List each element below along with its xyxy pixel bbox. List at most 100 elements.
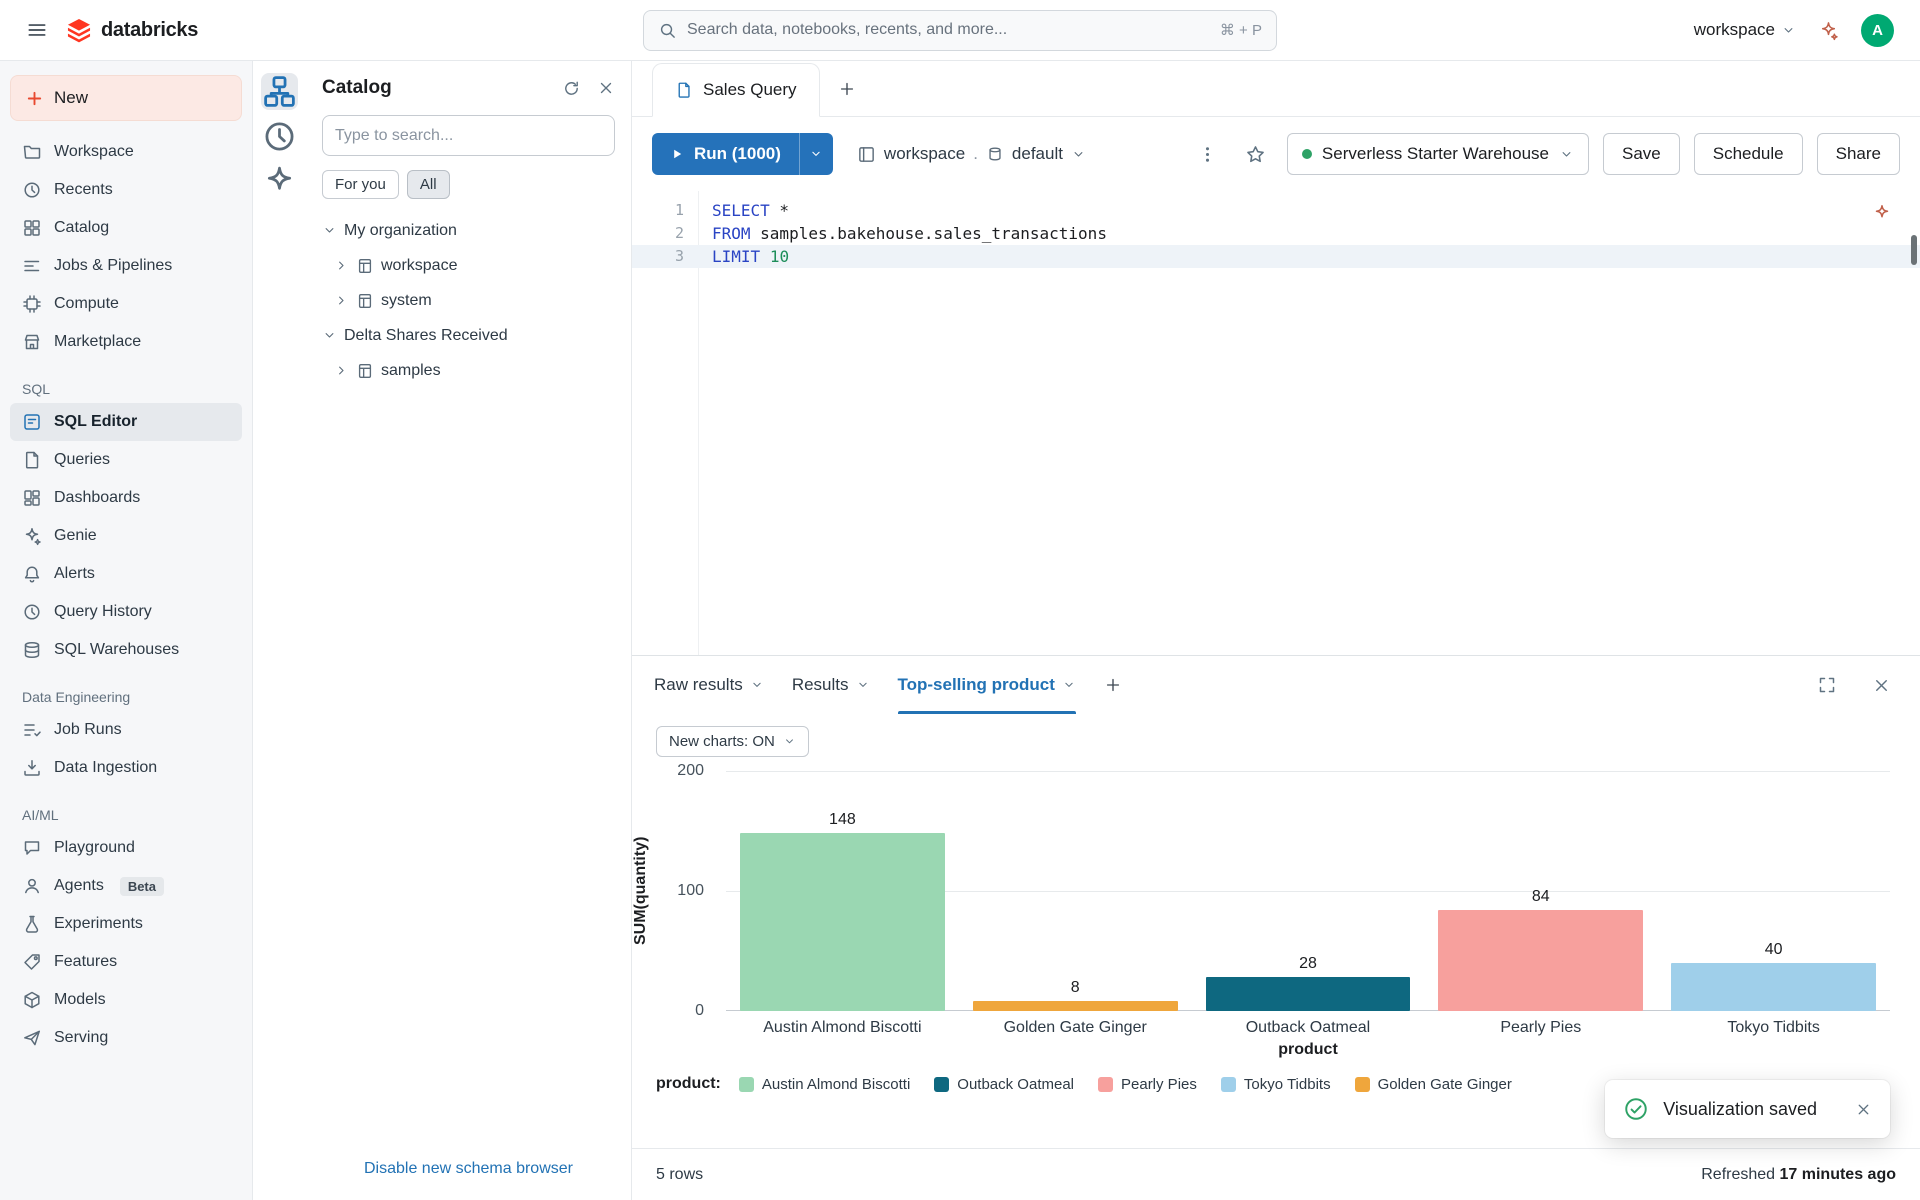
y-axis-title: SUM(quantity) xyxy=(632,771,652,1011)
sidebar-item-models[interactable]: Models xyxy=(10,981,242,1019)
close-icon[interactable] xyxy=(1855,1101,1872,1118)
sparkle-icon xyxy=(1818,20,1839,41)
catalog-selector[interactable]: workspace xyxy=(884,144,965,164)
results-tab-results[interactable]: Results xyxy=(792,656,870,714)
fullscreen-button[interactable] xyxy=(1810,668,1844,702)
results-panel-controls xyxy=(1810,668,1898,702)
add-tab-button[interactable] xyxy=(826,62,868,116)
run-button[interactable]: Run (1000) xyxy=(652,133,799,175)
editor-tab-bar: Sales Query xyxy=(632,61,1920,117)
favorite-button[interactable] xyxy=(1239,137,1273,171)
sidebar-item-compute[interactable]: Compute xyxy=(10,285,242,323)
tab-sales-query[interactable]: Sales Query xyxy=(652,63,820,117)
chip-all[interactable]: All xyxy=(407,170,450,199)
toast-message: Visualization saved xyxy=(1663,1099,1817,1120)
sidebar-item-recents[interactable]: Recents xyxy=(10,171,242,209)
save-button[interactable]: Save xyxy=(1603,133,1680,175)
workspace-switcher[interactable]: workspace xyxy=(1694,20,1796,40)
chart-bar[interactable] xyxy=(1671,963,1876,1011)
plus-icon xyxy=(838,80,856,98)
sidebar-item-alerts[interactable]: Alerts xyxy=(10,555,242,593)
code-line-2[interactable]: 2 FROM samples.bakehouse.sales_transacti… xyxy=(632,222,1920,245)
chip-for-you[interactable]: For you xyxy=(322,170,399,199)
close-schema-browser-button[interactable] xyxy=(597,79,615,97)
editor-scrollbar-thumb[interactable] xyxy=(1911,235,1917,265)
sidebar-item-experiments[interactable]: Experiments xyxy=(10,905,242,943)
editor-assistant-button[interactable] xyxy=(1872,203,1892,223)
tree-item-system[interactable]: system xyxy=(316,283,621,318)
tree-section-delta-shares[interactable]: Delta Shares Received xyxy=(316,318,621,353)
more-options-button[interactable] xyxy=(1191,137,1225,171)
run-button-label: Run (1000) xyxy=(694,144,781,164)
sql-text xyxy=(760,247,770,266)
database-icon xyxy=(22,640,42,660)
sidebar-item-workspace[interactable]: Workspace xyxy=(10,133,242,171)
schema-browser-tab-button[interactable] xyxy=(261,73,298,110)
global-search-input[interactable] xyxy=(687,21,1210,39)
avatar[interactable]: A xyxy=(1861,14,1894,47)
sql-code-editor[interactable]: 1 SELECT * 2 FROM samples.bakehouse.sale… xyxy=(632,191,1920,655)
sidebar-item-sql-warehouses[interactable]: SQL Warehouses xyxy=(10,631,242,669)
sidebar-item-label: Compute xyxy=(54,295,119,313)
disable-schema-browser-link[interactable]: Disable new schema browser xyxy=(306,1138,631,1200)
code-text: FROM samples.bakehouse.sales_transaction… xyxy=(696,222,1107,245)
sidebar-item-data-ingestion[interactable]: Data Ingestion xyxy=(10,749,242,787)
new-charts-toggle[interactable]: New charts: ON xyxy=(656,726,809,757)
tree-item-workspace[interactable]: workspace xyxy=(316,248,621,283)
sidebar-item-sql-editor[interactable]: SQL Editor xyxy=(10,403,242,441)
tree-item-samples[interactable]: samples xyxy=(316,353,621,388)
folder-icon xyxy=(22,142,42,162)
sidebar-item-jobs-pipelines[interactable]: Jobs & Pipelines xyxy=(10,247,242,285)
hamburger-menu-button[interactable] xyxy=(26,19,48,41)
new-button[interactable]: New xyxy=(10,75,242,121)
sidebar-item-dashboards[interactable]: Dashboards xyxy=(10,479,242,517)
chart-bar[interactable] xyxy=(1206,977,1411,1011)
results-tab-raw[interactable]: Raw results xyxy=(654,656,764,714)
search-shortcut: ⌘ + P xyxy=(1220,21,1262,39)
chart-bar[interactable] xyxy=(1438,910,1643,1011)
schema-search-input[interactable] xyxy=(322,115,615,156)
add-visualization-button[interactable] xyxy=(1104,676,1122,694)
results-tab-label: Top-selling product xyxy=(898,675,1055,695)
refreshed-status: Refreshed 17 minutes ago xyxy=(1701,1166,1896,1184)
sidebar-item-features[interactable]: Features xyxy=(10,943,242,981)
results-tab-top-selling-product[interactable]: Top-selling product xyxy=(898,656,1076,714)
bar-value-label: 28 xyxy=(1299,955,1317,973)
refresh-button[interactable] xyxy=(562,79,581,98)
sidebar-item-genie[interactable]: Genie xyxy=(10,517,242,555)
chevron-down-icon xyxy=(322,223,337,238)
databricks-logo[interactable]: databricks xyxy=(66,17,198,43)
close-results-button[interactable] xyxy=(1864,668,1898,702)
assistant-tab-button[interactable] xyxy=(261,163,298,200)
sidebar-item-catalog[interactable]: Catalog xyxy=(10,209,242,247)
bar-value-label: 8 xyxy=(1071,979,1080,997)
workspace-switcher-label: workspace xyxy=(1694,20,1775,40)
x-axis-title: product xyxy=(726,1041,1890,1059)
warehouse-selector[interactable]: Serverless Starter Warehouse xyxy=(1287,133,1589,175)
sidebar-item-job-runs[interactable]: Job Runs xyxy=(10,711,242,749)
code-line-3[interactable]: 3 LIMIT 10 xyxy=(632,245,1920,268)
schema-selector[interactable]: default xyxy=(1012,144,1063,164)
sidebar-item-playground[interactable]: Playground xyxy=(10,829,242,867)
share-button[interactable]: Share xyxy=(1817,133,1900,175)
sidebar-item-marketplace[interactable]: Marketplace xyxy=(10,323,242,361)
legend-label: Golden Gate Ginger xyxy=(1378,1076,1512,1093)
sidebar-item-agents[interactable]: Agents Beta xyxy=(10,867,242,905)
sidebar-item-queries[interactable]: Queries xyxy=(10,441,242,479)
chart-bar[interactable] xyxy=(740,833,945,1011)
assistant-button[interactable] xyxy=(1818,20,1839,41)
catalog-icon xyxy=(356,257,374,275)
chart-bar[interactable] xyxy=(973,1001,1178,1011)
code-line-1[interactable]: 1 SELECT * xyxy=(632,199,1920,222)
history-tab-button[interactable] xyxy=(261,118,298,155)
sidebar-section-sql: SQL xyxy=(22,381,242,397)
sidebar-item-query-history[interactable]: Query History xyxy=(10,593,242,631)
global-search[interactable]: ⌘ + P xyxy=(643,10,1277,51)
chevron-right-icon xyxy=(334,258,349,273)
run-options-button[interactable] xyxy=(799,133,833,175)
schedule-button[interactable]: Schedule xyxy=(1694,133,1803,175)
history-clock-icon xyxy=(22,602,42,622)
refreshed-prefix: Refreshed xyxy=(1701,1166,1775,1183)
sidebar-item-serving[interactable]: Serving xyxy=(10,1019,242,1057)
tree-section-my-organization[interactable]: My organization xyxy=(316,213,621,248)
